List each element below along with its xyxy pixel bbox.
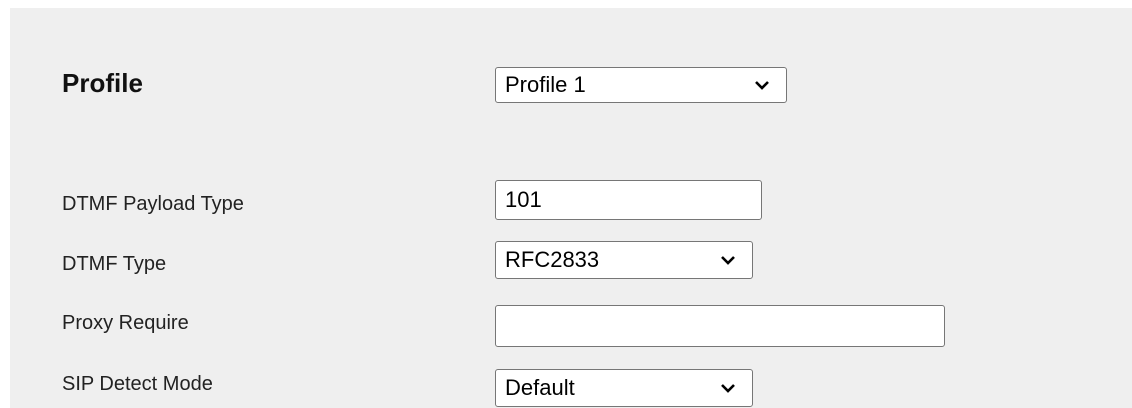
chevron-down-icon <box>755 81 769 90</box>
chevron-down-icon <box>721 256 735 265</box>
profile-title: Profile <box>62 68 143 98</box>
sip-detect-mode-label: SIP Detect Mode <box>62 373 213 395</box>
dtmf-type-select-value: RFC2833 <box>505 247 600 272</box>
dtmf-type-select[interactable]: RFC2833 <box>495 241 753 279</box>
sip-detect-mode-select[interactable]: Default <box>495 369 753 407</box>
profile-select-value: Profile 1 <box>505 72 586 97</box>
proxy-require-label: Proxy Require <box>62 312 189 334</box>
profile-select[interactable]: Profile 1 <box>495 67 787 103</box>
sip-detect-mode-select-value: Default <box>505 375 575 400</box>
dtmf-payload-type-label: DTMF Payload Type <box>62 193 244 215</box>
settings-panel: Profile Profile 1 DTMF Payload Type DTMF… <box>10 8 1132 408</box>
dtmf-payload-type-input[interactable] <box>495 180 762 220</box>
dtmf-type-label: DTMF Type <box>62 253 167 275</box>
chevron-down-icon <box>721 384 735 393</box>
proxy-require-input[interactable] <box>495 305 945 347</box>
